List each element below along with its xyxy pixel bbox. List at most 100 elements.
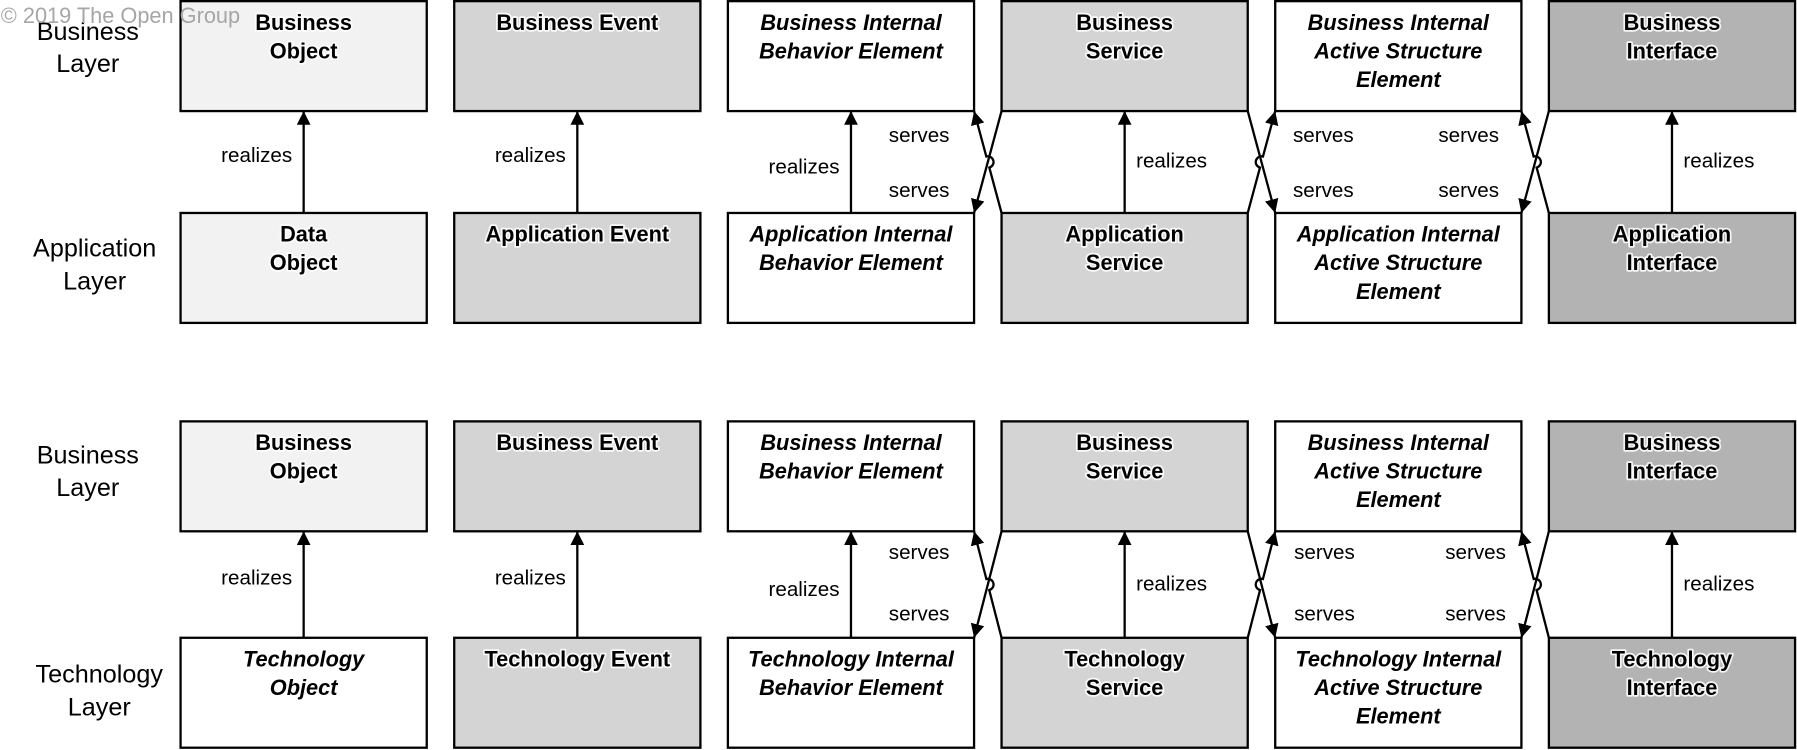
serves-label: serves xyxy=(889,541,950,564)
element-box[interactable]: Business Interface xyxy=(1547,0,1797,113)
element-label: Technology Internal xyxy=(1295,646,1502,671)
element-box[interactable]: Business Service xyxy=(1000,0,1249,113)
element-label: Business xyxy=(255,430,352,455)
element-label: Service xyxy=(1086,459,1163,484)
element-box[interactable]: Technology Internal Active Structure Eleme… xyxy=(1274,636,1523,749)
element-box[interactable]: Technology Interface xyxy=(1547,636,1797,749)
element-box[interactable]: Business Internal Behavior Element xyxy=(726,420,976,533)
layer-label: Business xyxy=(37,442,139,470)
element-label: Active Structure xyxy=(1313,250,1482,275)
element-label: Technology xyxy=(1612,646,1732,671)
diagram-2: Business Layer Technology Layer Business Obje… xyxy=(36,420,1797,749)
element-box[interactable]: Technology Event xyxy=(453,636,702,749)
element-box[interactable]: Technology Internal Behavior Element xyxy=(726,636,976,749)
element-box[interactable]: Business Internal Active Structure Element xyxy=(1274,420,1523,533)
elements: Business Layer Application Layer Business Obj… xyxy=(33,0,1797,749)
diagram-2-relationships: realizes realizes realizes realizes realizes… xyxy=(221,531,1754,639)
element-label: Element xyxy=(1356,704,1441,729)
element-label: Application Event xyxy=(485,222,669,247)
element-label: Business Internal xyxy=(760,430,942,455)
element-box[interactable]: Business Event xyxy=(453,0,702,113)
element-box[interactable]: Application Interface xyxy=(1547,211,1797,325)
realizes-label: realizes xyxy=(768,155,839,178)
element-label: Interface xyxy=(1627,459,1718,484)
element-box[interactable]: Business Event xyxy=(453,420,702,533)
copyright-watermark: © 2019 The Open Group xyxy=(1,3,240,28)
realizes-label: realizes xyxy=(221,567,292,590)
element-label: Service xyxy=(1086,38,1163,63)
realizes-label: realizes xyxy=(768,578,839,601)
element-label: Object xyxy=(270,250,338,275)
layer-label: Technology xyxy=(36,660,164,688)
layer-relationship-diagram: realizes realizes realizes realizes realizes… xyxy=(1,0,1797,749)
element-box[interactable]: Business Service xyxy=(1000,420,1249,533)
diagram-1-relationships: realizes realizes realizes realizes realizes… xyxy=(221,110,1754,214)
element-box[interactable]: Business Internal Behavior Element xyxy=(726,0,976,113)
element-label: Application Internal xyxy=(748,222,953,247)
layer-label: Application xyxy=(33,234,156,262)
layer-label: Layer xyxy=(63,268,126,296)
element-label: Behavior Element xyxy=(759,250,943,275)
element-box[interactable]: Application Event xyxy=(453,211,702,325)
element-box[interactable]: Technology Service xyxy=(1000,636,1249,749)
element-label: Element xyxy=(1356,487,1441,512)
diagram-1: Business Layer Application Layer Business Obj… xyxy=(33,0,1797,325)
serves-label: serves xyxy=(1293,179,1354,202)
element-label: Business xyxy=(1624,10,1721,35)
element-box[interactable]: Business Interface xyxy=(1547,420,1797,533)
serves-label: serves xyxy=(889,603,950,626)
element-label: Active Structure xyxy=(1313,38,1482,63)
element-label: Application xyxy=(1065,222,1183,247)
element-label: Business Internal xyxy=(1308,10,1490,35)
serves-label: serves xyxy=(1438,179,1499,202)
element-box[interactable]: Data Object xyxy=(179,211,428,325)
element-box[interactable]: Application Internal Active Structure Elem… xyxy=(1274,211,1523,325)
serves-label: serves xyxy=(1445,541,1506,564)
element-label: Active Structure xyxy=(1313,675,1482,700)
element-label: Behavior Element xyxy=(759,38,943,63)
serves-label: serves xyxy=(1293,124,1354,147)
realizes-label: realizes xyxy=(1683,150,1754,173)
realizes-label: realizes xyxy=(1683,572,1754,595)
element-box[interactable]: Business Internal Active Structure Element xyxy=(1274,0,1523,113)
serves-label: serves xyxy=(889,179,950,202)
layer-label: Layer xyxy=(56,474,119,502)
element-label: Technology Internal xyxy=(748,646,955,671)
element-label: Business xyxy=(1624,430,1721,455)
element-label: Business Internal xyxy=(1308,430,1490,455)
element-label: Business Event xyxy=(496,10,658,35)
element-box[interactable]: Application Internal Behavior Element xyxy=(726,211,976,325)
realizes-label: realizes xyxy=(221,144,292,167)
element-label: Data xyxy=(280,222,328,247)
element-label: Application xyxy=(1613,222,1731,247)
serves-label: serves xyxy=(1445,603,1506,626)
relationships: realizes realizes realizes realizes realizes… xyxy=(221,110,1754,639)
element-label: Service xyxy=(1086,675,1163,700)
realizes-label: realizes xyxy=(495,144,566,167)
element-label: Business xyxy=(1076,430,1173,455)
element-label: Technology Event xyxy=(484,646,670,671)
element-label: Technology xyxy=(1064,646,1184,671)
element-label: Object xyxy=(270,38,338,63)
serves-label: serves xyxy=(1294,541,1355,564)
layer-label: Layer xyxy=(56,50,119,78)
serves-label: serves xyxy=(1294,603,1355,626)
element-box[interactable]: Technology Object xyxy=(179,636,428,749)
element-label: Element xyxy=(1356,67,1441,92)
element-label: Active Structure xyxy=(1313,459,1482,484)
element-label: Object xyxy=(270,675,338,700)
element-box[interactable]: Application Service xyxy=(1000,211,1249,325)
element-label: Business Internal xyxy=(760,10,942,35)
element-label: Application Internal xyxy=(1296,222,1501,247)
element-label: Interface xyxy=(1627,250,1718,275)
element-box[interactable]: Business Object xyxy=(179,420,428,533)
element-label: Technology xyxy=(243,646,365,671)
element-label: Business xyxy=(255,10,352,35)
element-label: Interface xyxy=(1627,38,1718,63)
element-label: Interface xyxy=(1627,675,1718,700)
realizes-label: realizes xyxy=(495,567,566,590)
layer-label: Layer xyxy=(68,694,131,722)
element-label: Behavior Element xyxy=(759,675,943,700)
element-label: Service xyxy=(1086,250,1163,275)
element-label: Element xyxy=(1356,279,1441,304)
